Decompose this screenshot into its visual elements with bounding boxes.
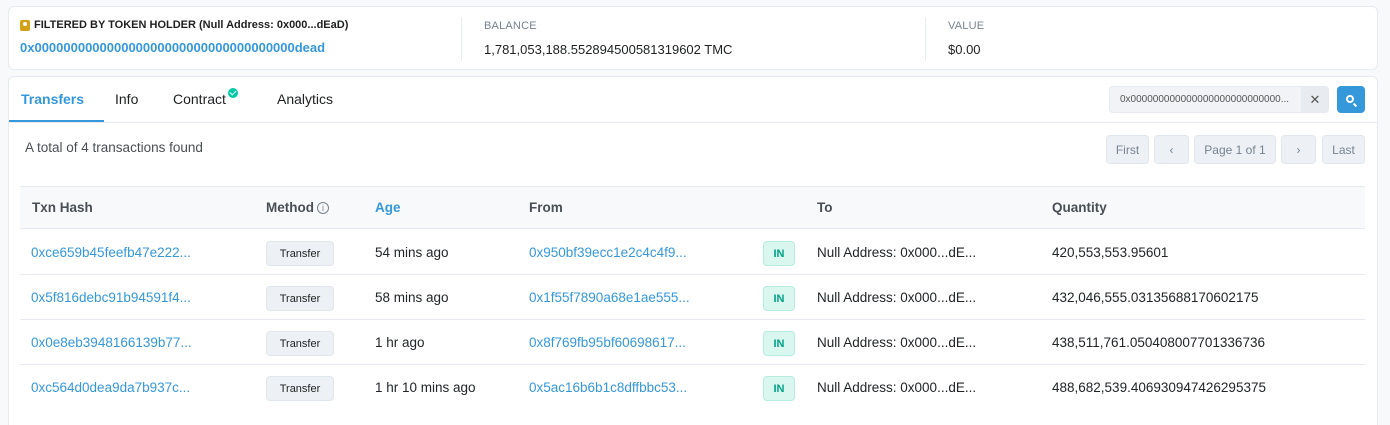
table-row: 0x0e8eb3948166139b77... Transfer 1 hr ag… [20,320,1365,365]
age-text: 58 mins ago [375,290,449,305]
chevron-right-icon: › [1296,142,1301,157]
value-amount: $0.00 [948,42,981,57]
method-badge: Transfer [266,286,334,311]
direction-badge: IN [763,376,795,401]
txn-hash-link[interactable]: 0xce659b45feefb47e222... [31,245,191,260]
header-age[interactable]: Age [375,200,401,215]
filter-title-text: FILTERED BY TOKEN HOLDER (Null Address: … [34,19,349,31]
header-from: From [529,200,563,215]
tab-contract[interactable]: Contract [173,88,238,107]
from-address-link[interactable]: 0x5ac16b6b1c8dffbbc53... [529,380,687,395]
to-address-text: Null Address: 0x000...dE... [817,335,977,350]
direction-badge: IN [763,286,795,311]
tab-transfers[interactable]: Transfers [21,91,84,107]
first-page-button[interactable]: First [1106,135,1149,164]
value-label: VALUE [948,20,985,32]
balance-value: 1,781,053,188.552894500581319602 TMC [484,42,733,57]
tab-bar: Transfers Info Contract Analytics ✕ [9,77,1377,123]
age-text: 1 hr 10 mins ago [375,380,476,395]
table-header: Txn Hash Method i Age From To Quantity [20,186,1365,229]
divider [461,17,462,61]
info-icon[interactable]: i [317,202,329,214]
txn-hash-link[interactable]: 0x0e8eb3948166139b77... [31,335,192,350]
token-holder-icon [20,19,30,31]
tab-info[interactable]: Info [115,91,138,107]
balance-label: BALANCE [484,20,537,32]
transfers-card: Transfers Info Contract Analytics ✕ A to… [8,76,1378,425]
from-address-link[interactable]: 0x950bf39ecc1e2c4c4f9... [529,245,687,260]
filter-title: FILTERED BY TOKEN HOLDER (Null Address: … [20,19,348,31]
quantity-text: 488,682,539.406930947426295375 [1052,380,1266,395]
to-address-text: Null Address: 0x000...dE... [817,380,977,395]
quantity-text: 420,553,553.95601 [1052,245,1169,260]
tab-contract-label: Contract [173,91,226,107]
method-badge: Transfer [266,331,334,356]
from-address-link[interactable]: 0x8f769fb95bf60698617... [529,335,686,350]
method-badge: Transfer [266,376,334,401]
age-text: 54 mins ago [375,245,449,260]
prev-page-button[interactable]: ‹ [1154,135,1189,164]
tab-analytics[interactable]: Analytics [277,91,333,107]
page-indicator: Page 1 of 1 [1194,135,1276,164]
balance-section: BALANCE 1,781,053,188.552894500581319602… [484,20,732,57]
header-method-label: Method [266,200,314,215]
token-holder-summary-card: FILTERED BY TOKEN HOLDER (Null Address: … [8,6,1378,70]
header-quantity: Quantity [1052,200,1107,215]
quantity-text: 432,046,555.03135688170602175 [1052,290,1259,305]
txn-hash-link[interactable]: 0x5f816debc91b94591f4... [31,290,191,305]
last-page-button[interactable]: Last [1322,135,1365,164]
divider [925,17,926,61]
clear-filter-button[interactable]: ✕ [1301,86,1329,113]
address-filter-input[interactable] [1109,86,1302,113]
filter-section: FILTERED BY TOKEN HOLDER (Null Address: … [20,19,348,55]
transaction-count-text: A total of 4 transactions found [25,140,203,155]
from-address-link[interactable]: 0x1f55f7890a68e1ae555... [529,290,690,305]
chevron-left-icon: ‹ [1169,142,1174,157]
value-section: VALUE $0.00 [948,20,984,57]
header-method: Method i [266,200,329,215]
next-page-button[interactable]: › [1281,135,1316,164]
table-row: 0xc564d0dea9da7b937c... Transfer 1 hr 10… [20,365,1365,410]
to-address-text: Null Address: 0x000...dE... [817,290,977,305]
header-txn-hash: Txn Hash [32,200,93,215]
active-tab-indicator [9,120,104,122]
table-row: 0x5f816debc91b94591f4... Transfer 58 min… [20,275,1365,320]
method-badge: Transfer [266,241,334,266]
filter-address-link[interactable]: 0x000000000000000000000000000000000000de… [20,40,325,55]
direction-badge: IN [763,331,795,356]
search-icon [1346,94,1354,103]
txn-hash-link[interactable]: 0xc564d0dea9da7b937c... [31,380,190,395]
to-address-text: Null Address: 0x000...dE... [817,245,977,260]
table-row: 0xce659b45feefb47e222... Transfer 54 min… [20,230,1365,275]
close-icon: ✕ [1309,91,1321,107]
verified-check-icon [227,88,238,98]
quantity-text: 438,511,761.050408007701336736 [1052,335,1265,350]
search-button[interactable] [1337,86,1365,113]
header-to: To [817,200,833,215]
age-text: 1 hr ago [375,335,425,350]
direction-badge: IN [763,241,795,266]
